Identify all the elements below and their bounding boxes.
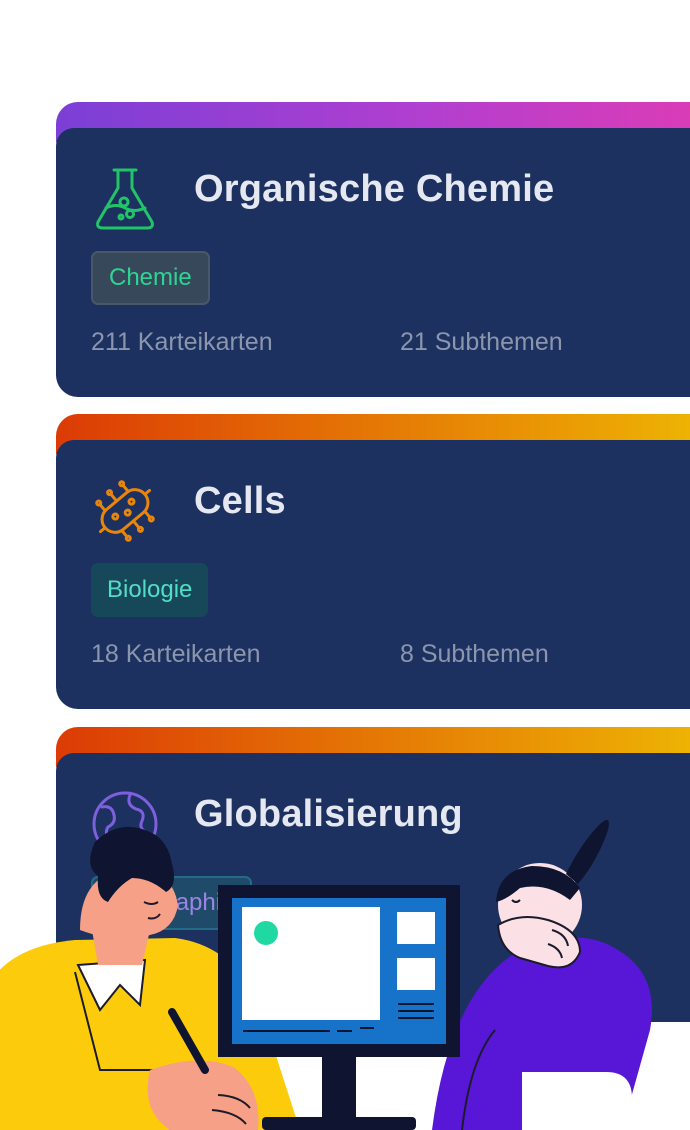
card-body: Organische Chemie Chemie 211 Karteikarte… xyxy=(56,128,690,397)
flask-icon xyxy=(96,168,154,230)
two-people-at-computer-illustration xyxy=(0,819,652,1130)
subtopic-count: 8 Subthemen xyxy=(400,640,549,668)
subject-tag[interactable]: Chemie xyxy=(91,251,210,305)
flashcard-count: 18 Karteikarten xyxy=(91,640,261,668)
subject-tag[interactable]: Biologie xyxy=(91,563,209,617)
card-title: Cells xyxy=(194,480,286,522)
monitor-stand xyxy=(322,1057,356,1119)
card-title: Organische Chemie xyxy=(194,168,555,210)
card-body: Cells Biologie 18 Karteikarten 8 Subthem… xyxy=(56,440,690,709)
topic-card-organische-chemie[interactable]: Organische Chemie Chemie 211 Karteikarte… xyxy=(56,102,690,397)
topic-card-cells[interactable]: Cells Biologie 18 Karteikarten 8 Subthem… xyxy=(56,414,690,709)
flashcard-count: 211 Karteikarten xyxy=(91,328,273,356)
subtopic-count: 21 Subthemen xyxy=(400,328,563,356)
bacteria-icon xyxy=(95,480,155,542)
